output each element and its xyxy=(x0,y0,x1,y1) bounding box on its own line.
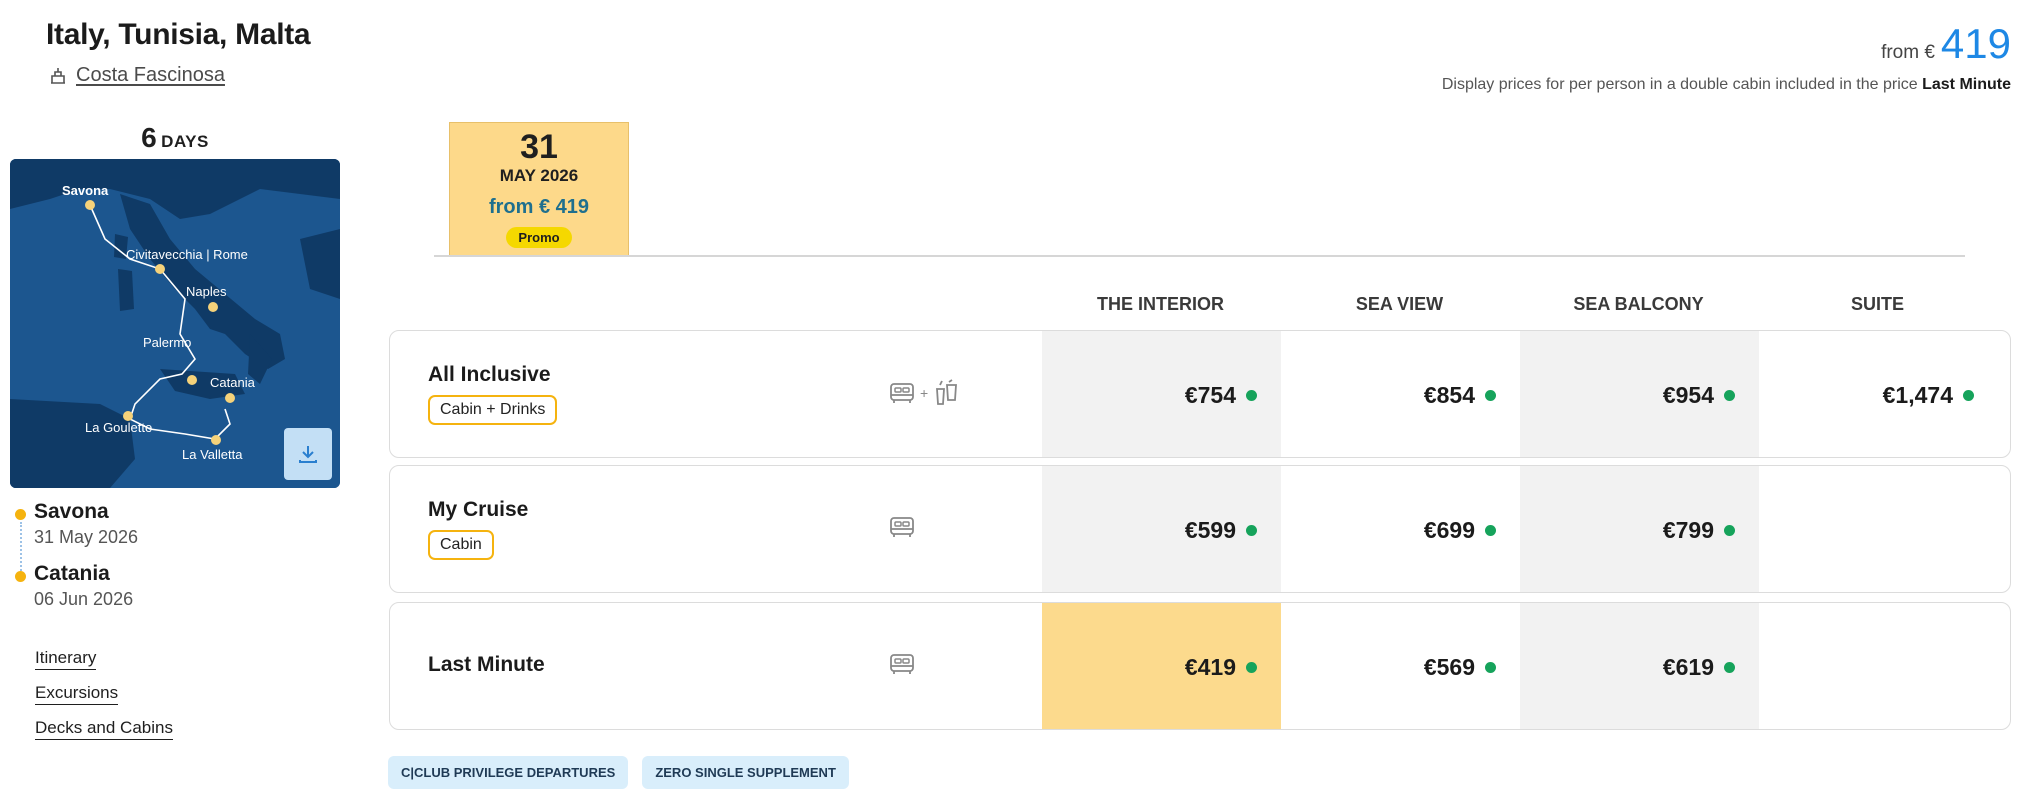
tag-zero-supplement: ZERO SINGLE SUPPLEMENT xyxy=(642,756,849,789)
availability-dot xyxy=(1724,661,1735,673)
col-header-sea-view: SEA VIEW xyxy=(1355,294,1444,314)
ship-icon xyxy=(51,67,65,84)
bed-icon xyxy=(890,654,914,674)
bed-icon xyxy=(890,383,914,403)
col-header-sea-balcony: SEA BALCONY xyxy=(1573,294,1704,314)
price-amount: €569 xyxy=(1423,653,1475,680)
days-number: 6 xyxy=(141,122,157,153)
price-amount: €619 xyxy=(1662,653,1714,680)
bed-icon xyxy=(890,517,914,537)
price-amount: €419 xyxy=(1184,653,1236,680)
fare-icons xyxy=(888,514,916,540)
price-cell-sea-balcony[interactable]: €954 xyxy=(1520,331,1759,457)
price-cell-sea-balcony[interactable]: €619 xyxy=(1520,603,1759,729)
download-map-button[interactable] xyxy=(284,428,332,480)
map-label-catania: Catania xyxy=(210,375,256,390)
price-cell-interior[interactable]: €754 xyxy=(1042,331,1281,457)
tab-day: 31 xyxy=(520,128,558,166)
price-cell-suite-empty xyxy=(1759,603,1998,729)
price-cell-suite-empty xyxy=(1759,466,1998,592)
fare-name: All Inclusive xyxy=(428,363,551,386)
map-label-la-goulette: La Goulette xyxy=(85,420,152,435)
col-header-interior: THE INTERIOR xyxy=(1096,294,1224,314)
route-dot xyxy=(15,571,26,582)
route-dot xyxy=(15,509,26,520)
price-cell-sea-view[interactable]: €854 xyxy=(1281,331,1520,457)
route-date: 31 May 2026 xyxy=(34,527,139,547)
route-end: Catania 06 Jun 2026 xyxy=(12,562,312,610)
map-label-naples: Naples xyxy=(186,284,227,299)
map-label-palermo: Palermo xyxy=(143,335,191,350)
tag-cclub: C|CLUB PRIVILEGE DEPARTURES xyxy=(388,756,629,789)
ship-link[interactable]: Costa Fascinosa xyxy=(48,64,225,87)
price-amount: €754 xyxy=(1184,381,1236,408)
link-itinerary[interactable]: Itinerary xyxy=(35,648,97,670)
fare-icons: + xyxy=(888,379,960,407)
side-links: Itinerary Excursions Decks and Cabins xyxy=(35,648,173,753)
drinks-icon xyxy=(936,379,958,405)
route-city: Savona xyxy=(34,500,109,523)
price-amount: €954 xyxy=(1662,381,1714,408)
cruise-title: Italy, Tunisia, Malta xyxy=(46,18,311,51)
route-start: Savona 31 May 2026 xyxy=(12,500,312,548)
price-cell-interior[interactable]: €599 xyxy=(1042,466,1281,592)
price-cell-sea-view[interactable]: €569 xyxy=(1281,603,1520,729)
route-city: Catania xyxy=(34,562,110,585)
ship-name[interactable]: Costa Fascinosa xyxy=(76,64,225,87)
fare-badge: Cabin xyxy=(428,530,494,560)
fare-name: Last Minute xyxy=(428,653,545,676)
availability-dot xyxy=(1485,524,1496,536)
tab-from-price: from € 419 xyxy=(488,196,590,219)
price-cell-interior-selected[interactable]: €419 xyxy=(1042,603,1281,729)
availability-dot xyxy=(1963,389,1974,401)
map-label-civitavecchia: Civitavecchia | Rome xyxy=(126,247,248,262)
price-cell-sea-balcony[interactable]: €799 xyxy=(1520,466,1759,592)
promo-badge: Promo xyxy=(506,227,572,249)
duration: 6 DAYS xyxy=(10,122,340,154)
price-note: Display prices for per person in a doubl… xyxy=(1441,76,2011,93)
tab-divider xyxy=(434,255,1965,257)
from-price-box: from € 419 Display prices for per person… xyxy=(1442,20,2011,94)
fare-row-all-inclusive: All Inclusive Cabin + Drinks + €754 €854… xyxy=(389,330,2011,458)
price-amount: €599 xyxy=(1184,516,1236,543)
price-amount: €854 xyxy=(1423,381,1475,408)
price-amount: €1,474 xyxy=(1882,381,1953,408)
itinerary-map[interactable]: Savona Civitavecchia | Rome Naples Paler… xyxy=(10,159,340,488)
map-label-savona: Savona xyxy=(62,183,109,198)
from-price-value: 419 xyxy=(1940,20,2011,67)
price-cell-suite[interactable]: €1,474 xyxy=(1759,331,1998,457)
departure-date-tab[interactable]: 31 MAY 2026 from € 419 Promo xyxy=(449,122,629,256)
from-label: from € xyxy=(1881,42,1935,63)
route-date: 06 Jun 2026 xyxy=(34,589,134,609)
availability-dot xyxy=(1246,524,1257,536)
link-excursions[interactable]: Excursions xyxy=(35,683,119,705)
fare-icons xyxy=(888,651,916,677)
link-decks-cabins[interactable]: Decks and Cabins xyxy=(35,718,173,740)
fare-badge: Cabin + Drinks xyxy=(428,395,558,425)
fare-row-my-cruise: My Cruise Cabin €599 €699 €799 xyxy=(389,465,2011,593)
promotion-tags: C|CLUB PRIVILEGE DEPARTURES ZERO SINGLE … xyxy=(388,756,849,789)
availability-dot xyxy=(1246,389,1257,401)
download-icon xyxy=(299,446,317,463)
col-header-suite: SUITE xyxy=(1850,294,1904,314)
price-amount: €799 xyxy=(1662,516,1714,543)
price-cell-sea-view[interactable]: €699 xyxy=(1281,466,1520,592)
days-label: DAYS xyxy=(161,132,209,151)
price-note-fare: Last Minute xyxy=(1922,76,2011,93)
availability-dot xyxy=(1485,661,1496,673)
availability-dot xyxy=(1724,389,1735,401)
availability-dot xyxy=(1246,661,1257,673)
availability-dot xyxy=(1485,389,1496,401)
map-label-la-valletta: La Valletta xyxy=(182,447,243,462)
fare-name: My Cruise xyxy=(428,498,529,521)
route-summary: Savona 31 May 2026 Catania 06 Jun 2026 xyxy=(12,500,312,624)
price-amount: €699 xyxy=(1423,516,1475,543)
availability-dot xyxy=(1724,524,1735,536)
fare-row-last-minute: Last Minute €419 €569 €619 xyxy=(389,602,2011,730)
tab-month: MAY 2026 xyxy=(499,166,579,186)
